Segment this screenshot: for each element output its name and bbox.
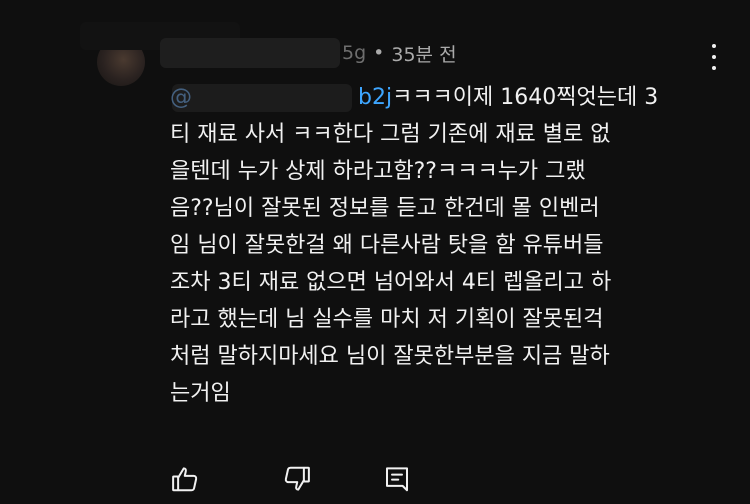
thumbs-up-icon [172, 467, 198, 492]
comment-actions [0, 460, 750, 496]
dislike-button[interactable] [280, 462, 314, 496]
comment-line-7: 처럼 말하지마세요 님이 잘못한부분을 지금 말하 [170, 344, 610, 369]
more-vertical-icon[interactable] [704, 44, 724, 70]
username-tail[interactable]: 5g [342, 42, 366, 64]
comment-line-3: 음??님이 잘못된 정보를 듣고 한건데 몰 인벤러 [170, 196, 600, 221]
comment-line-1: 티 재료 사서 ㅋㅋ한다 그럼 기존에 재료 별로 없 [170, 122, 611, 147]
like-button[interactable] [168, 462, 202, 496]
comment-line-4: 임 님이 잘못한걸 왜 다른사람 탓을 함 유튜버들 [170, 233, 604, 258]
comment-timestamp[interactable]: 35분 전 [391, 40, 456, 67]
mention-at[interactable]: @ [170, 85, 192, 110]
reply-comment-icon [386, 467, 408, 492]
comment-line: @ b2jㅋㅋㅋ이제 1640찍엇는데 3 [170, 79, 715, 116]
separator-dot: • [373, 42, 385, 64]
comment-body: @ b2jㅋㅋㅋ이제 1640찍엇는데 3 티 재료 사서 ㅋㅋ한다 그럼 기존에… [170, 79, 715, 412]
mention-handle[interactable]: b2j [358, 85, 392, 110]
comment-line-2: 을텐데 누가 상제 하라고함??ㅋㅋㅋ누가 그랬 [170, 159, 586, 184]
comment-line-6: 라고 했는데 님 실수를 마치 저 기획이 잘못된걱 [170, 307, 604, 332]
thumbs-down-icon [284, 466, 310, 491]
comment-line-5: 조차 3티 재료 없으면 넘어와서 4티 렙올리고 하 [170, 270, 612, 295]
comment-header: 5g • 35분 전 [170, 38, 457, 68]
comment-line-8: 는거임 [170, 381, 231, 406]
comment-line-0: ㅋㅋㅋ이제 1640찍엇는데 3 [392, 85, 659, 110]
reply-button[interactable] [380, 462, 414, 496]
